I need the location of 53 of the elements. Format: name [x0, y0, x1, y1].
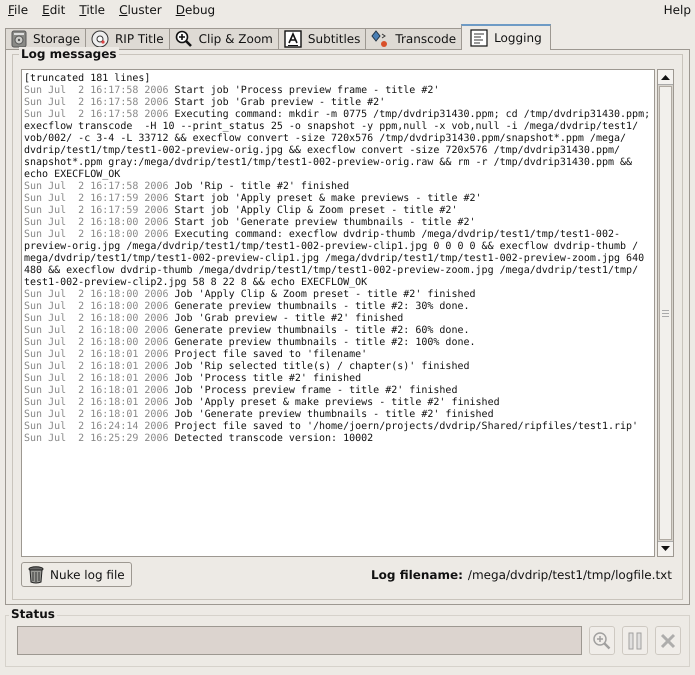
- menu-item[interactable]: Cluster: [119, 3, 162, 17]
- log-entry: Sun Jul 2 16:18:00 2006 Generate preview thumbnails - title #2: 100% done.: [24, 337, 477, 349]
- log-entry: Sun Jul 2 16:18:00 2006 Executing command: execflow dvdrip-thumb /mega/dvdrip/test1/tmp/test1-002- preview-orig.jpg /mega/dvdrip/test1/tmp/test1-002-preview-clip1.jpg 0 0 0 0 && execflow dvdrip-thumb / mega/dvdrip/test1/tmp/test1-002-preview-clip1.jpg /mega/dvdrip/test1/tmp/test1-002-preview-zoom.jpg 640 480 && execflow dvdrip-thumb /mega/dvdrip/test1/tmp/test1-002-preview-zoom.jpg /mega/dvdrip/test1/tmp/ test1-002-preview-clip2.jpg 58 8 22 8 && echo EXECFLOW_OK: [24, 229, 646, 289]
- tab[interactable]: Logging: [461, 24, 551, 50]
- pause-icon: [628, 632, 642, 650]
- frame-title: Log messages: [19, 47, 119, 61]
- log-entry: Sun Jul 2 16:18:00 2006 Job 'Grab preview - title #2' finished: [24, 313, 404, 325]
- scrollbar[interactable]: [657, 69, 674, 557]
- log-entry: Sun Jul 2 16:25:29 2006 Detected transcode version: 10002: [24, 433, 374, 445]
- menu-item[interactable]: Debug: [176, 3, 216, 17]
- log-line: [truncated 181 lines]: [24, 73, 152, 85]
- transcode-icon: [371, 30, 390, 48]
- log-filename: /mega/dvdrip/test1/tmp/logfile.txt: [468, 568, 672, 582]
- log-entry: Sun Jul 2 16:18:01 2006 Job 'Process title #2' finished: [24, 373, 362, 385]
- log-entry: Sun Jul 2 16:24:14 2006 Project file saved to '/home/joern/projects/dvdrip/Shared/ripfiles/test1.rip': [24, 421, 640, 433]
- menu-item[interactable]: Edit: [42, 3, 66, 17]
- disc-icon: [90, 30, 109, 48]
- log-filename-label: Log filename:: [371, 568, 463, 582]
- menu-item[interactable]: Title: [79, 3, 106, 17]
- log-entry: Sun Jul 2 16:18:01 2006 Job 'Apply preset & make previews - title #2' finished: [24, 397, 501, 409]
- storage-icon: [11, 30, 27, 48]
- log-entry: Sun Jul 2 16:18:00 2006 Job 'Apply Clip & Zoom preset - title #2' finished: [24, 289, 477, 301]
- frame-title: Status: [9, 607, 57, 621]
- scroll-down-icon[interactable]: [658, 541, 673, 556]
- tab[interactable]: Storage: [5, 28, 86, 49]
- zoom-icon: [174, 30, 193, 48]
- log-entry: Sun Jul 2 16:18:01 2006 Job 'Generate preview thumbnails - title #2' finished: [24, 409, 495, 421]
- tab[interactable]: Transcode: [365, 28, 462, 49]
- log-icon: [470, 29, 488, 47]
- zoom-icon: [592, 630, 612, 650]
- tab[interactable]: RIP Title: [84, 28, 170, 49]
- log-entry: Sun Jul 2 16:18:01 2006 Job 'Rip selected title(s) / chapter(s)' finished: [24, 361, 471, 373]
- log-entry: Sun Jul 2 16:17:59 2006 Start job 'Apply preset & make previews - title #2': [24, 193, 483, 205]
- cancel-icon: [659, 632, 677, 650]
- log-entry: Sun Jul 2 16:17:58 2006 Executing command: mkdir -m 0775 /tmp/dvdrip31430.ppm; cd /tmp/dvdrip31430.ppm; execflow transcode -H 10 --print_status 25 -o snapshot -y ppm,null -x vob,null -i /mega/dvdrip/test1/ vob/002/ -c 3-4 -L 33712 && execflow convert -size 720x576 /tmp/dvdrip31430.ppm/snapshot*.ppm /mega/ dvdrip/test1/tmp/test1-002-preview-orig.jpg && execflow convert -size 720x576 /tmp/dvdrip31430.ppm/ snapshot*.ppm gray:/mega/dvdrip/test1/tmp/test1-002-preview-orig.raw && rm -r /tmp/dvdrip31430.ppm && echo EXECFLOW_OK: [24, 109, 652, 181]
- log-entry: Sun Jul 2 16:18:01 2006 Project file saved to 'filename': [24, 349, 368, 361]
- scroll-up-icon[interactable]: [658, 70, 673, 85]
- nuke-log-button[interactable]: Nuke log file: [21, 562, 132, 587]
- tab[interactable]: Clip & Zoom: [168, 28, 279, 49]
- log-entry: Sun Jul 2 16:18:00 2006 Generate preview thumbnails - title #2: 30% done.: [24, 301, 471, 313]
- log-entry: Sun Jul 2 16:18:00 2006 Generate preview thumbnails - title #2: 60% done.: [24, 325, 471, 337]
- log-entry: Sun Jul 2 16:17:58 2006 Start job 'Grab preview - title #2': [24, 97, 386, 109]
- log-entry: Sun Jul 2 16:17:58 2006 Start job 'Process preview frame - title #2': [24, 85, 440, 97]
- log-entry: Sun Jul 2 16:18:00 2006 Start job 'Generate preview thumbnails - title #2': [24, 217, 477, 229]
- subtitles-icon: [284, 30, 302, 48]
- scrollbar-thumb[interactable]: [659, 86, 672, 540]
- log-entry: Sun Jul 2 16:17:59 2006 Start job 'Apply Clip & Zoom preset - title #2': [24, 205, 458, 217]
- tab[interactable]: Subtitles: [278, 28, 366, 49]
- log-entry: Sun Jul 2 16:18:01 2006 Job 'Process preview frame - title #2' finished: [24, 385, 458, 397]
- menu-item[interactable]: File: [8, 3, 28, 17]
- trash-can-icon: [28, 566, 44, 584]
- menu-item[interactable]: Help: [664, 3, 691, 17]
- log-entry: Sun Jul 2 16:17:58 2006 Job 'Rip - title #2' finished: [24, 181, 350, 193]
